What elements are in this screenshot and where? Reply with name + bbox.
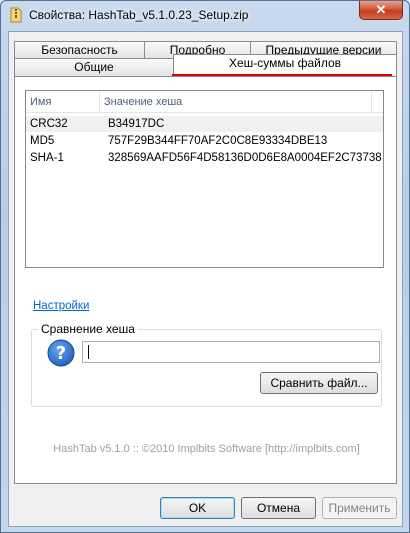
apply-button[interactable]: Применить	[322, 497, 397, 519]
hash-name: SHA-1	[30, 152, 64, 164]
cancel-button[interactable]: Отмена	[241, 497, 316, 519]
hash-value: 328569AAFD56F4D58136D0D6E8A0004EF2C73738	[108, 152, 382, 164]
column-hash-value[interactable]: Значение хеша	[100, 91, 372, 113]
hash-list[interactable]: Имя Значение хеша CRC32 B34917DC MD5 757…	[25, 90, 384, 268]
text-caret	[88, 345, 89, 359]
ok-button[interactable]: OK	[160, 497, 235, 519]
list-row[interactable]: SHA-1 328569AAFD56F4D58136D0D6E8A0004EF2…	[26, 150, 383, 166]
column-name[interactable]: Имя	[26, 91, 100, 113]
footer-text: HashTab v5.1.0 :: ©2010 Implbits Softwar…	[53, 443, 360, 455]
window-title: Свойства: HashTab_v5.1.0.23_Setup.zip	[29, 8, 249, 22]
list-row[interactable]: CRC32 B34917DC	[26, 116, 383, 132]
tab-general[interactable]: Общие	[14, 58, 174, 76]
active-tab-underline	[172, 74, 392, 76]
hash-name: CRC32	[30, 118, 68, 130]
hash-name: MD5	[30, 135, 55, 147]
title-bar[interactable]: Свойства: HashTab_v5.1.0.23_Setup.zip ✕	[1, 1, 409, 31]
question-mark-icon: ?	[47, 339, 75, 367]
compare-file-button[interactable]: Сравнить файл...	[260, 372, 378, 394]
tab-security[interactable]: Безопасность	[14, 41, 145, 59]
svg-text:?: ?	[56, 343, 66, 364]
list-header: Имя Значение хеша	[26, 91, 383, 113]
close-button[interactable]: ✕	[359, 1, 403, 20]
hash-compare-label: Сравнение хеша	[38, 322, 138, 336]
tab-file-hashes[interactable]: Хеш-суммы файлов	[173, 54, 397, 76]
list-row[interactable]: MD5 757F29B344FF70AF2C0C8E93334DBE13	[26, 133, 383, 149]
hash-value: B34917DC	[108, 118, 165, 130]
properties-window: Свойства: HashTab_v5.1.0.23_Setup.zip ✕ …	[0, 0, 410, 533]
hash-compare-input[interactable]	[82, 341, 380, 363]
zip-archive-icon	[10, 7, 22, 23]
dialog-body: Безопасность Подробно Предыдущие версии …	[8, 31, 403, 527]
settings-link[interactable]: Настройки	[33, 300, 89, 312]
hash-value: 757F29B344FF70AF2C0C8E93334DBE13	[108, 135, 328, 147]
